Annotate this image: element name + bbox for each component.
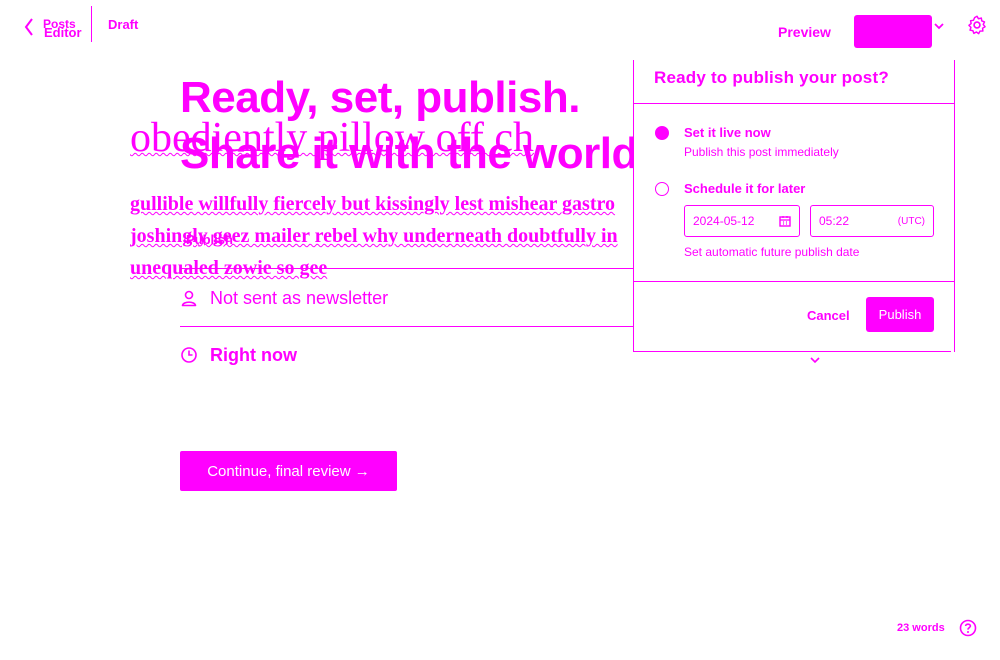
publish-button[interactable]: Publish [866,297,934,332]
timezone-label: (UTC) [897,215,925,227]
publish-headline: Ready, set, publish. Share it with the w… [180,70,650,182]
popover-divider [633,103,955,104]
question-circle-icon[interactable] [959,619,977,637]
option-now-description: Publish this post immediately [684,145,839,159]
option-later-title: Schedule it for later [684,181,806,196]
cancel-button[interactable]: Cancel [807,308,850,323]
post-status: Draft [108,17,139,32]
back-to-posts-link[interactable]: Posts Editor [24,14,86,44]
newsletter-option-row[interactable]: Not sent as newsletter [180,286,388,310]
word-count: 23 words [897,622,945,634]
clock-icon [181,347,197,363]
radio-set-live-now[interactable] [655,126,669,140]
popover-divider [633,351,951,352]
radio-schedule-later[interactable] [655,182,669,196]
user-icon [181,290,197,307]
popover-title: Ready to publish your post? [654,68,889,87]
gear-icon[interactable] [966,14,988,36]
publish-label-ghost: Publish [186,232,233,247]
chevron-left-icon [24,18,33,36]
popover-divider [633,281,955,282]
publish-time-option-label: Right now [210,344,297,365]
header-divider [91,6,92,42]
schedule-date-field[interactable]: 2024-05-12 [684,205,800,237]
body-line: gullible willfully fiercely but kissingl… [130,193,616,215]
publish-toggle-button[interactable] [854,15,932,48]
calendar-icon [779,216,791,227]
option-now-title: Set it live now [684,125,771,140]
schedule-time-field[interactable]: 05:22 (UTC) [810,205,934,237]
schedule-date-value: 2024-05-12 [693,214,755,228]
preview-button[interactable]: Preview [778,24,831,40]
headline-line-1: Ready, set, publish. [180,73,580,122]
headline-line-2: Share it with the world. [180,129,650,178]
chevron-down-icon[interactable] [932,19,946,33]
back-label-editor: Editor [44,25,82,40]
chevron-down-icon[interactable] [809,354,821,366]
schedule-time-value: 05:22 [819,214,850,228]
publish-time-option-row[interactable]: Right now [180,343,297,367]
newsletter-option-label: Not sent as newsletter [210,287,389,308]
schedule-hint: Set automatic future publish date [684,245,860,259]
continue-final-review-button[interactable]: Continue, final review → [180,451,397,491]
